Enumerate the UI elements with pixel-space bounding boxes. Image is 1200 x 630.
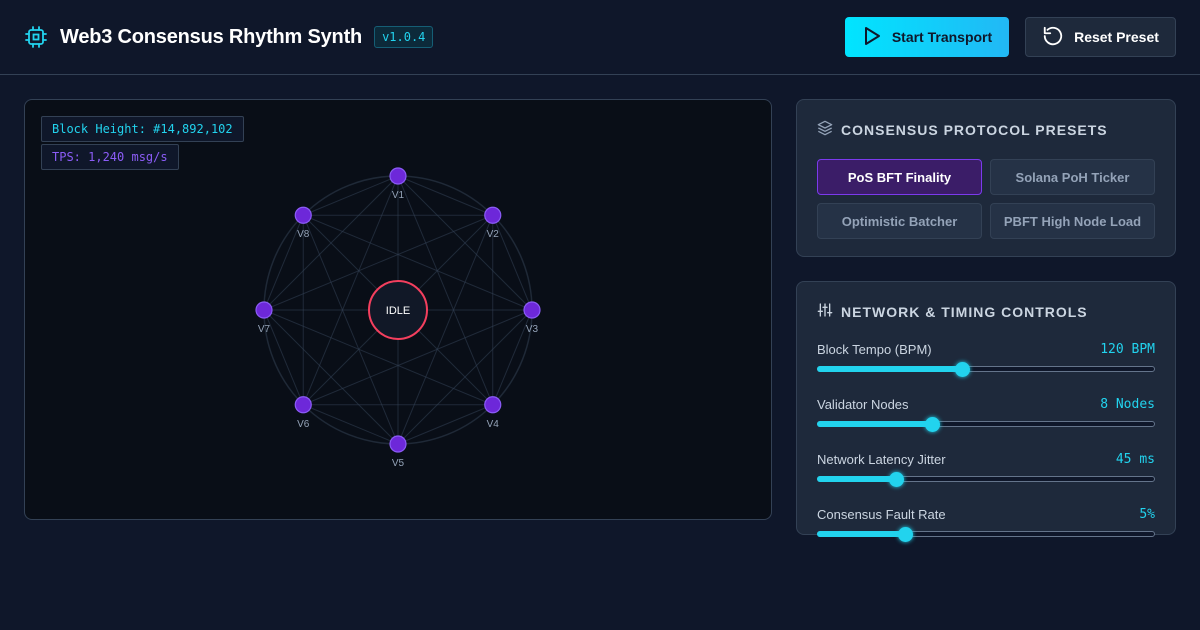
preset-solana-poh-ticker[interactable]: Solana PoH Ticker xyxy=(990,159,1155,195)
fault-rate-control: Consensus Fault Rate 5% xyxy=(817,506,1155,542)
control-label: Consensus Fault Rate xyxy=(817,506,946,522)
app-title: Web3 Consensus Rhythm Synth xyxy=(60,25,363,48)
reset-preset-label: Reset Preset xyxy=(1074,29,1159,45)
latency-jitter-slider[interactable] xyxy=(817,472,1155,487)
validator-node-v8[interactable] xyxy=(294,206,312,224)
slider-thumb[interactable] xyxy=(897,527,913,542)
validator-label: V2 xyxy=(487,229,500,240)
preset-pos-bft-finality[interactable]: PoS BFT Finality xyxy=(817,159,982,195)
latency-jitter-control: Network Latency Jitter 45 ms xyxy=(817,451,1155,487)
controls-panel: Network & Timing Controls Block Tempo (B… xyxy=(796,281,1176,542)
slider-thumb[interactable] xyxy=(889,472,905,487)
play-icon xyxy=(862,26,882,49)
block-height-readout: Block Height: #14,892,102 xyxy=(41,116,244,142)
slider-thumb[interactable] xyxy=(924,417,940,432)
presets-title-text: Consensus Protocol Presets xyxy=(841,121,1108,138)
validator-label: V6 xyxy=(297,419,310,430)
header-actions: Start Transport Reset Preset xyxy=(845,17,1176,57)
fault-rate-slider[interactable] xyxy=(817,527,1155,542)
slider-fill xyxy=(817,366,963,372)
preset-pbft-high-node-load[interactable]: PBFT High Node Load xyxy=(990,203,1155,239)
validator-label: V5 xyxy=(392,458,405,469)
validator-label: V8 xyxy=(297,229,310,240)
app-header: Web3 Consensus Rhythm Synth v1.0.4 Start… xyxy=(0,0,1200,75)
controls-title: Network & Timing Controls xyxy=(817,302,1155,321)
sliders-icon xyxy=(817,302,833,321)
controls-title-text: Network & Timing Controls xyxy=(841,303,1088,320)
slider-fill xyxy=(817,476,897,482)
control-value: 8 Nodes xyxy=(1100,396,1155,412)
control-value: 5% xyxy=(1139,506,1155,522)
validator-label: V4 xyxy=(487,419,500,430)
slider-fill xyxy=(817,531,905,537)
slider-fill xyxy=(817,421,932,427)
validator-node-v2[interactable] xyxy=(484,206,502,224)
control-label: Block Tempo (BPM) xyxy=(817,341,932,357)
layers-icon xyxy=(817,120,833,139)
consensus-status-text: IDLE xyxy=(386,305,410,317)
reset-preset-button[interactable]: Reset Preset xyxy=(1025,17,1176,57)
start-transport-label: Start Transport xyxy=(891,29,993,45)
presets-panel: Consensus Protocol Presets PoS BFT Final… xyxy=(796,99,1176,257)
block-tempo-control: Block Tempo (BPM) 120 BPM xyxy=(817,341,1155,377)
validator-nodes-slider[interactable] xyxy=(817,417,1155,432)
validator-node-v4[interactable] xyxy=(484,396,502,414)
control-label: Validator Nodes xyxy=(817,396,909,412)
version-badge: v1.0.4 xyxy=(374,26,434,48)
validator-node-v1[interactable] xyxy=(389,167,407,185)
rotate-ccw-icon xyxy=(1042,25,1064,50)
start-transport-button[interactable]: Start Transport xyxy=(845,17,1009,57)
slider-thumb[interactable] xyxy=(955,362,971,377)
preset-grid: PoS BFT Finality Solana PoH Ticker Optim… xyxy=(817,159,1155,239)
validator-node-v6[interactable] xyxy=(294,396,312,414)
validator-label: V7 xyxy=(258,324,271,335)
cpu-chip-icon xyxy=(24,25,48,49)
validator-node-v5[interactable] xyxy=(389,435,407,453)
validator-label: V1 xyxy=(392,190,405,201)
control-value: 45 ms xyxy=(1115,451,1155,467)
control-value: 120 BPM xyxy=(1100,341,1155,357)
block-tempo-slider[interactable] xyxy=(817,362,1155,377)
validator-node-v3[interactable] xyxy=(523,301,541,319)
validator-node-v7[interactable] xyxy=(255,301,273,319)
tps-readout: TPS: 1,240 msg/s xyxy=(41,144,179,170)
preset-optimistic-batcher[interactable]: Optimistic Batcher xyxy=(817,203,982,239)
validator-nodes-control: Validator Nodes 8 Nodes xyxy=(817,396,1155,432)
control-label: Network Latency Jitter xyxy=(817,451,946,467)
consensus-visualizer: IDLE V1 V2 V3 V4 V5 V6 V7 V8 Block Height: #14,8… xyxy=(24,99,772,520)
presets-title: Consensus Protocol Presets xyxy=(817,120,1155,139)
validator-label: V3 xyxy=(526,324,539,335)
